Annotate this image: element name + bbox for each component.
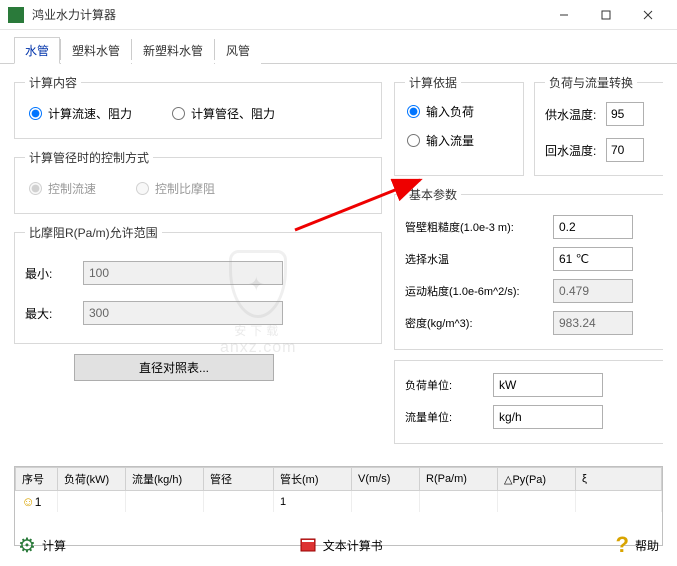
- density-input: [553, 311, 633, 335]
- flow-unit-input[interactable]: [493, 405, 603, 429]
- help-button[interactable]: ? 帮助: [616, 532, 659, 558]
- flow-unit-label: 流量单位:: [405, 409, 485, 425]
- water-temp-input[interactable]: [553, 247, 633, 271]
- diameter-table-button[interactable]: 直径对照表...: [74, 354, 274, 381]
- units-group: 负荷单位: 流量单位:: [394, 360, 663, 444]
- tab-bar: 水管 塑料水管 新塑料水管 风管: [0, 30, 677, 64]
- basic-params-legend: 基本参数: [405, 186, 461, 203]
- maximize-button[interactable]: [585, 1, 627, 29]
- roughness-label: 管壁粗糙度(1.0e-3 m):: [405, 219, 545, 235]
- basic-params-group: 基本参数 管壁粗糙度(1.0e-3 m): 选择水温 运动粘度(1.0e-6m^…: [394, 186, 663, 350]
- col-xi[interactable]: ξ: [576, 468, 662, 491]
- tab-new-plastic-pipe[interactable]: 新塑料水管: [132, 37, 214, 64]
- col-seq[interactable]: 序号: [16, 468, 58, 491]
- table-row[interactable]: ☺1 1: [16, 491, 662, 513]
- col-r[interactable]: R(Pa/m): [420, 468, 498, 491]
- friction-range-group: 比摩阻R(Pa/m)允许范围 最小: 最大:: [14, 224, 382, 344]
- min-label: 最小:: [25, 265, 75, 282]
- close-button[interactable]: [627, 1, 669, 29]
- calc-content-group: 计算内容 计算流速、阻力 计算管径、阻力: [14, 74, 382, 139]
- calc-content-legend: 计算内容: [25, 74, 81, 91]
- tab-air-duct[interactable]: 风管: [215, 37, 261, 64]
- load-unit-input[interactable]: [493, 373, 603, 397]
- minimize-button[interactable]: [543, 1, 585, 29]
- supply-temp-label: 供水温度:: [545, 106, 600, 123]
- radio-control-friction: 控制比摩阻: [136, 180, 215, 197]
- radio-calc-diameter-resistance[interactable]: 计算管径、阻力: [172, 105, 275, 122]
- col-length[interactable]: 管长(m): [274, 468, 352, 491]
- calculate-button[interactable]: ⚙ 计算: [18, 533, 66, 558]
- diameter-control-legend: 计算管径时的控制方式: [25, 149, 153, 166]
- app-icon: [8, 7, 24, 23]
- tab-water-pipe[interactable]: 水管: [14, 37, 60, 64]
- radio-input-load[interactable]: 输入负荷: [407, 103, 511, 120]
- col-diameter[interactable]: 管径: [204, 468, 274, 491]
- calc-basis-legend: 计算依据: [405, 74, 461, 91]
- viscosity-label: 运动粘度(1.0e-6m^2/s):: [405, 283, 545, 299]
- max-input[interactable]: [83, 301, 283, 325]
- density-label: 密度(kg/m^3):: [405, 315, 545, 331]
- friction-range-legend: 比摩阻R(Pa/m)允许范围: [25, 224, 162, 241]
- col-velocity[interactable]: V(m/s): [352, 468, 420, 491]
- tab-plastic-pipe[interactable]: 塑料水管: [61, 37, 131, 64]
- gear-icon: ⚙: [18, 533, 36, 558]
- conversion-legend: 负荷与流量转换: [545, 74, 637, 91]
- radio-control-velocity: 控制流速: [29, 180, 96, 197]
- radio-calc-velocity-resistance[interactable]: 计算流速、阻力: [29, 105, 132, 122]
- return-temp-label: 回水温度:: [545, 142, 600, 159]
- smiley-icon: ☺: [22, 494, 35, 509]
- viscosity-input: [553, 279, 633, 303]
- diameter-control-group: 计算管径时的控制方式 控制流速 控制比摩阻: [14, 149, 382, 214]
- calc-basis-group: 计算依据 输入负荷 输入流量: [394, 74, 524, 176]
- text-report-button[interactable]: 文本计算书: [299, 536, 383, 554]
- load-flow-conversion-group: 负荷与流量转换 供水温度: 回水温度:: [534, 74, 663, 176]
- max-label: 最大:: [25, 305, 75, 322]
- col-load[interactable]: 负荷(kW): [58, 468, 126, 491]
- col-flow[interactable]: 流量(kg/h): [126, 468, 204, 491]
- radio-input-flow[interactable]: 输入流量: [407, 132, 511, 149]
- return-temp-input[interactable]: [606, 138, 644, 162]
- window-title: 鸿业水力计算器: [32, 6, 543, 23]
- supply-temp-input[interactable]: [606, 102, 644, 126]
- min-input[interactable]: [83, 261, 283, 285]
- load-unit-label: 负荷单位:: [405, 377, 485, 393]
- roughness-input[interactable]: [553, 215, 633, 239]
- book-icon: [299, 536, 317, 554]
- col-dpy[interactable]: △Py(Pa): [498, 468, 576, 491]
- water-temp-label: 选择水温: [405, 251, 545, 267]
- help-icon: ?: [616, 532, 629, 558]
